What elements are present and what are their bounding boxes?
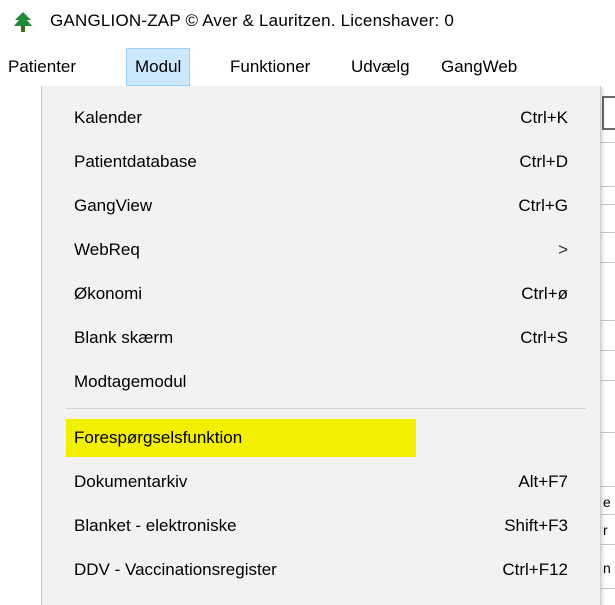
menu-item-shortcut: Ctrl+G: [518, 196, 568, 215]
divider: [600, 588, 615, 589]
menu-item-blanket-elektroniske[interactable]: Blanket - elektroniske Shift+F3: [42, 504, 600, 548]
divider: [600, 320, 615, 321]
divider: [600, 380, 615, 381]
menu-patienter[interactable]: Patienter: [0, 48, 84, 86]
menu-item-label: Dokumentarkiv: [74, 472, 188, 491]
divider: [600, 514, 615, 515]
background-text: r: [603, 522, 608, 538]
menu-item-kalender[interactable]: Kalender Ctrl+K: [42, 96, 600, 140]
divider: [600, 350, 615, 351]
menu-separator: [66, 408, 586, 409]
menu-modul[interactable]: Modul: [126, 48, 191, 86]
divider: [600, 204, 615, 205]
menu-item-label: Blanket - elektroniske: [74, 516, 237, 535]
modul-dropdown-menu: Kalender Ctrl+K Patientdatabase Ctrl+D G…: [41, 86, 601, 605]
divider: [600, 262, 615, 263]
chevron-right-icon: >: [558, 240, 568, 259]
menu-item-label: Økonomi: [74, 284, 143, 303]
menu-item-webreq[interactable]: WebReq >: [42, 228, 600, 272]
menu-item-shortcut: Ctrl+ø: [521, 284, 568, 303]
divider: [600, 544, 615, 545]
divider: [600, 486, 615, 487]
menu-item-foresporgselsfunktion[interactable]: Forespørgselsfunktion: [42, 416, 600, 460]
menu-item-label: Kalender: [74, 108, 143, 127]
divider: [600, 432, 615, 433]
background-text: e: [603, 494, 611, 510]
menu-item-label: Patientdatabase: [74, 152, 197, 171]
menu-item-label: GangView: [74, 196, 153, 215]
menu-item-label: Forespørgselsfunktion: [74, 428, 243, 447]
menu-item-label: Modtagemodul: [74, 372, 187, 391]
menu-item-label: WebReq: [74, 240, 140, 259]
window-title: GANGLION-ZAP © Aver & Lauritzen. Licensh…: [50, 11, 454, 30]
menu-item-shortcut: Ctrl+K: [520, 108, 568, 127]
menu-item-shortcut: Shift+F3: [504, 516, 568, 535]
menu-item-shortcut: Ctrl+D: [519, 152, 568, 171]
menu-item-label: DDV - Vaccinationsregister: [74, 560, 277, 579]
divider: [600, 142, 615, 143]
menu-udvaelg[interactable]: Udvælg: [343, 48, 418, 86]
menu-item-ddv-vaccinationsregister[interactable]: DDV - Vaccinationsregister Ctrl+F12: [42, 548, 600, 592]
menu-item-label: Blank skærm: [74, 328, 174, 347]
menu-item-shortcut: Ctrl+S: [520, 328, 568, 347]
menu-gangweb[interactable]: GangWeb: [433, 48, 525, 86]
menu-funktioner[interactable]: Funktioner: [222, 48, 318, 86]
menu-item-modtagemodul[interactable]: Modtagemodul: [42, 360, 600, 404]
divider: [600, 232, 615, 233]
divider: [600, 186, 615, 187]
menu-bar: Patienter Modul Funktioner Udvælg GangWe…: [0, 48, 615, 86]
menu-item-shortcut: Alt+F7: [518, 472, 568, 491]
background-field: [602, 96, 615, 130]
menu-item-patientdatabase[interactable]: Patientdatabase Ctrl+D: [42, 140, 600, 184]
menu-item-gangview[interactable]: GangView Ctrl+G: [42, 184, 600, 228]
menu-item-dokumentarkiv[interactable]: Dokumentarkiv Alt+F7: [42, 460, 600, 504]
menu-item-blank-skaerm[interactable]: Blank skærm Ctrl+S: [42, 316, 600, 360]
background-text: n: [603, 560, 611, 576]
title-bar: GANGLION-ZAP © Aver & Lauritzen. Licensh…: [0, 0, 615, 48]
menu-item-okonomi[interactable]: Økonomi Ctrl+ø: [42, 272, 600, 316]
tree-icon: [12, 11, 34, 33]
menu-item-shortcut: Ctrl+F12: [502, 560, 568, 579]
